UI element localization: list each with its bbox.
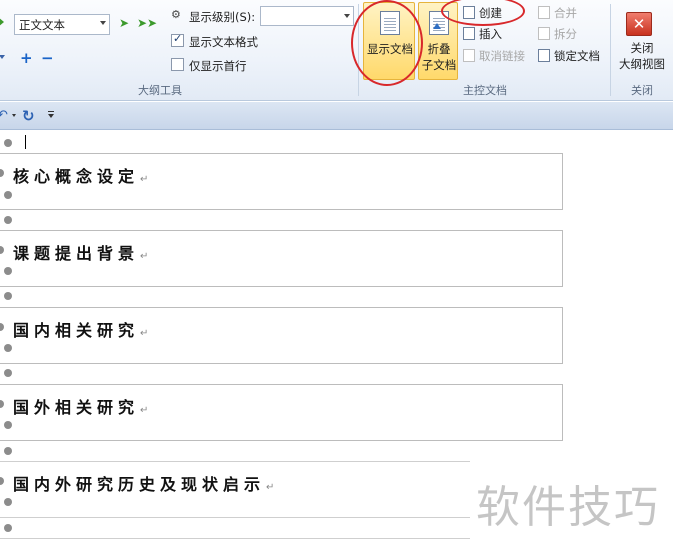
- show-level-icon: ⚙: [171, 8, 181, 21]
- outline-bullet: [4, 524, 12, 532]
- watermark: 软件技巧: [476, 482, 660, 533]
- close-group-label: 关闭: [631, 84, 653, 97]
- outline-level-select[interactable]: 正文文本: [14, 14, 110, 35]
- outline-bullet: [4, 267, 12, 275]
- collapse-icon[interactable]: −: [41, 49, 54, 67]
- redo-icon[interactable]: ↻: [22, 107, 35, 125]
- chevron-down-icon: [344, 14, 350, 18]
- merge-button[interactable]: 合并: [538, 4, 577, 22]
- close-label-line1: 关闭: [630, 41, 654, 55]
- outline-bullet: [4, 447, 12, 455]
- show-first-line-only-label: 仅显示首行: [189, 59, 247, 73]
- split-icon: [538, 27, 550, 40]
- outline-heading[interactable]: 国内外研究历史及现状启示↵: [13, 471, 274, 495]
- demote-arrow-icon[interactable]: ➤: [119, 17, 129, 29]
- outline-bullet: [4, 421, 12, 429]
- outline-tools-group-label: 大纲工具: [138, 84, 182, 97]
- demote-to-body-text-icon[interactable]: ➤➤: [137, 17, 157, 29]
- outline-level-value: 正文文本: [19, 18, 65, 32]
- ribbon: 正文文本 ➤ ➤➤ + − ⚙ 显示级别(S): 显示文本格式 仅显示首行 大纲…: [0, 0, 673, 101]
- show-text-format-checkbox[interactable]: [171, 32, 184, 47]
- promote-to-heading-arrow-icon[interactable]: [0, 17, 4, 27]
- outline-bullet: [4, 191, 12, 199]
- move-down-icon[interactable]: [0, 55, 5, 59]
- show-level-select[interactable]: [260, 6, 354, 26]
- annotation-ellipse-show-document: [351, 0, 423, 86]
- unlink-icon: [463, 49, 475, 62]
- merge-icon: [538, 6, 550, 19]
- subdocument-top-line: [0, 461, 470, 462]
- chevron-down-icon: [100, 21, 106, 25]
- quick-access-toolbar: ↶ ↻: [0, 102, 673, 130]
- outline-bullet: [4, 369, 12, 377]
- show-level-label: 显示级别(S):: [189, 10, 256, 24]
- group-divider: [610, 4, 611, 96]
- close-outline-view-button[interactable]: ✕: [626, 12, 652, 36]
- show-text-format-label: 显示文本格式: [189, 35, 258, 49]
- undo-dropdown-icon[interactable]: [12, 114, 16, 117]
- outline-bullet: [0, 477, 4, 485]
- insert-label: 插入: [479, 27, 502, 41]
- split-button[interactable]: 拆分: [538, 25, 577, 43]
- collapse-label-line1: 折叠: [427, 42, 451, 56]
- close-label-line2: 大纲视图: [619, 57, 665, 71]
- close-icon: ✕: [632, 15, 646, 33]
- split-label: 拆分: [554, 27, 577, 41]
- show-first-line-only-checkbox[interactable]: [171, 58, 184, 71]
- collapse-label-line2: 子文档: [421, 58, 457, 72]
- outline-bullet: [4, 292, 12, 300]
- merge-label: 合并: [554, 6, 577, 20]
- outline-bullet: [4, 498, 12, 506]
- text-cursor: [25, 135, 26, 149]
- expand-icon[interactable]: +: [20, 49, 33, 67]
- outline-bullet: [4, 139, 12, 147]
- subdocument-top-line: [0, 538, 470, 539]
- unlink-label: 取消链接: [479, 49, 525, 63]
- collapse-arrow-icon: [433, 23, 441, 29]
- lock-icon: [538, 49, 550, 62]
- lock-document-button[interactable]: 锁定文档: [538, 47, 600, 65]
- outline-heading[interactable]: 核心概念设定↵: [13, 163, 148, 187]
- subdocument-bottom-line: [0, 517, 470, 518]
- outline-heading[interactable]: 国内相关研究↵: [13, 317, 148, 341]
- unlink-button[interactable]: 取消链接: [463, 47, 525, 65]
- lock-document-label: 锁定文档: [554, 49, 600, 63]
- master-document-group-label: 主控文档: [463, 84, 507, 97]
- outline-bullet: [4, 344, 12, 352]
- insert-subdocument-icon: [463, 27, 475, 40]
- customize-quick-access-icon[interactable]: [48, 111, 54, 118]
- insert-button[interactable]: 插入: [463, 25, 502, 43]
- outline-heading[interactable]: 国外相关研究↵: [13, 394, 148, 418]
- undo-icon[interactable]: ↶: [0, 108, 8, 123]
- outline-bullet: [4, 216, 12, 224]
- outline-heading[interactable]: 课题提出背景↵: [13, 240, 148, 264]
